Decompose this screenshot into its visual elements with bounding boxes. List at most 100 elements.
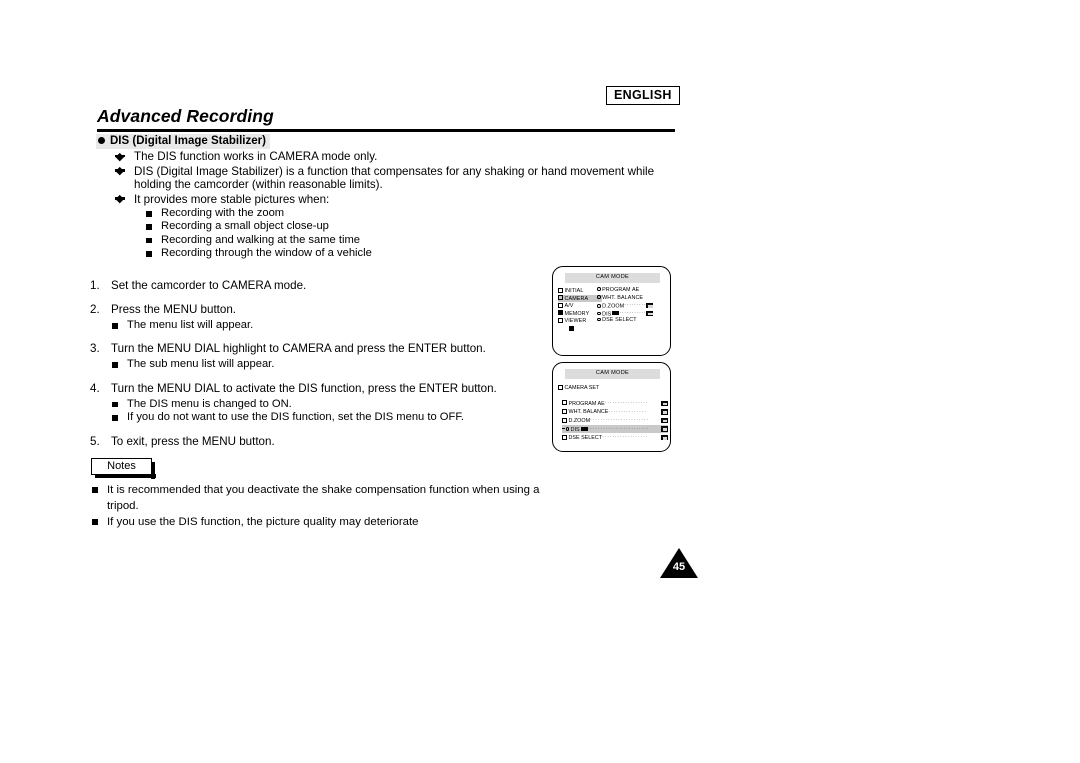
step: 3. Turn the MENU DIAL highlight to CAMER… xyxy=(90,342,550,371)
step: 5. To exit, press the MENU button. xyxy=(90,435,550,449)
value-badge-icon xyxy=(661,409,668,415)
folder-icon xyxy=(558,317,563,323)
step-number: 1. xyxy=(90,279,100,292)
folder-filled-icon xyxy=(558,310,563,316)
lcd-screen-camera-set: CAM MODE CAMERA SET PROGRAM AE··········… xyxy=(552,362,671,452)
camera-set-row-d-zoom[interactable]: D.ZOOM··································… xyxy=(562,416,668,425)
list-item: If you do not want to use the DIS functi… xyxy=(111,411,550,424)
lcd-camera-set-list: PROGRAM AE······························… xyxy=(562,399,668,442)
square-bullet-icon xyxy=(92,519,98,525)
folder-icon xyxy=(558,384,563,390)
submenu-item-label: DIS xyxy=(602,311,612,318)
list-item: It is recommended that you deactivate th… xyxy=(91,482,561,514)
feature-bullet: It provides more stable pictures when: R… xyxy=(115,192,676,261)
lcd-submenu-header-label: CAMERA SET xyxy=(564,385,600,391)
folder-icon xyxy=(562,417,567,423)
page-title: Advanced Recording xyxy=(97,106,274,126)
submenu-item-dis[interactable]: DIS·················· xyxy=(597,310,669,318)
list-item-label: Recording a small object close-up xyxy=(161,220,329,233)
cursor-icon xyxy=(562,428,565,429)
list-item-label: The menu list will appear. xyxy=(127,319,254,331)
submenu-item-label: DSE SELECT xyxy=(602,317,637,324)
list-item: If you use the DIS function, the picture… xyxy=(91,514,561,530)
list-item: Recording through the window of a vehicl… xyxy=(145,247,676,260)
notes-label: Notes xyxy=(107,460,136,472)
dis-state-icon xyxy=(612,311,620,316)
menu-item-label: CAMERA xyxy=(564,295,589,302)
list-item: Recording a small object close-up xyxy=(145,220,676,233)
square-bullet-icon xyxy=(146,237,152,244)
bullet-icon xyxy=(597,303,601,308)
dis-state-icon xyxy=(580,426,588,431)
bullet-icon xyxy=(565,426,570,431)
submenu-item-program-ae[interactable]: PROGRAM AE xyxy=(597,287,669,295)
procedure-steps: 1. Set the camcorder to CAMERA mode. 2. … xyxy=(90,279,550,459)
list-item-label: The DIS menu is changed to ON. xyxy=(127,397,292,410)
menu-item-label: INITIAL xyxy=(564,288,584,294)
step-text: To exit, press the MENU button. xyxy=(111,434,275,448)
lcd-titlebar: CAM MODE xyxy=(565,273,660,283)
value-badge-icon xyxy=(661,434,668,441)
submenu-item-label: PROGRAM AE xyxy=(602,287,640,293)
notes-list: It is recommended that you deactivate th… xyxy=(91,482,561,530)
bullet-icon xyxy=(597,295,601,299)
lcd-titlebar: CAM MODE xyxy=(565,369,660,379)
list-item: The menu list will appear. xyxy=(111,319,550,332)
feature-bullet-text: DIS (Digital Image Stabilizer) is a func… xyxy=(134,164,655,192)
step-number: 3. xyxy=(90,342,100,356)
dot-leader: ······························· xyxy=(604,400,649,406)
submenu-item-wht-balance[interactable]: WHT. BALANCE xyxy=(597,295,669,303)
list-item: Recording and walking at the same time xyxy=(145,234,676,247)
menu-item-viewer[interactable]: VIEWER xyxy=(558,317,602,325)
feature-bullet-list: The DIS function works in CAMERA mode on… xyxy=(115,150,676,262)
language-badge: ENGLISH xyxy=(606,86,680,105)
lcd-title: CAM MODE xyxy=(595,274,630,280)
menu-item-label: MEMORY xyxy=(564,310,590,317)
camera-set-row-wht-balance[interactable]: WHT. BALANCE·························· xyxy=(562,408,668,417)
feature-bullet-text: It provides more stable pictures when: xyxy=(134,192,330,206)
square-bullet-icon xyxy=(92,487,98,493)
menu-item-av[interactable]: A/V xyxy=(558,302,602,310)
folder-icon xyxy=(562,434,567,440)
camera-set-row-dis[interactable]: DIS·····································… xyxy=(562,424,668,434)
step-text: Turn the MENU DIAL to activate the DIS f… xyxy=(111,381,497,395)
menu-item-memory[interactable]: MEMORY xyxy=(558,310,602,318)
folder-icon xyxy=(558,287,563,293)
menu-item-exit[interactable] xyxy=(558,325,602,333)
value-badge-icon xyxy=(661,417,668,424)
submenu-item-d-zoom[interactable]: D.ZOOM·············· xyxy=(597,302,669,310)
folder-icon xyxy=(558,302,563,308)
lcd-menu-right-column: PROGRAM AE WHT. BALANCE D.ZOOM··········… xyxy=(597,287,669,325)
menu-item-camera[interactable]: CAMERA xyxy=(558,294,602,303)
step-text: Press the MENU button. xyxy=(111,303,237,316)
step: 1. Set the camcorder to CAMERA mode. xyxy=(90,279,550,293)
page-number: 45 xyxy=(672,561,686,573)
submenu-item-dse-select[interactable]: DSE SELECT xyxy=(597,317,669,325)
diamond-bullet-icon xyxy=(115,167,125,175)
step-text: Set the camcorder to CAMERA mode. xyxy=(111,279,307,292)
camera-set-label: DSE SELECT xyxy=(568,435,603,442)
step: 2. Press the MENU button. The menu list … xyxy=(90,303,550,332)
section-heading-label: DIS (Digital Image Stabilizer) xyxy=(110,135,266,147)
menu-item-label: A/V xyxy=(564,303,574,310)
folder-icon xyxy=(558,295,563,301)
list-item-label: Recording with the zoom xyxy=(161,207,285,219)
bullet-icon xyxy=(597,287,601,291)
value-badge-icon xyxy=(646,310,654,316)
value-badge-icon xyxy=(661,426,668,432)
bullet-icon xyxy=(597,317,601,322)
bullet-dot-icon xyxy=(98,137,105,144)
folder-icon xyxy=(562,408,567,414)
dot-leader: ································ xyxy=(602,434,649,441)
lcd-menu-left-column: INITIAL CAMERA A/V MEMORY VIEWER xyxy=(558,287,602,333)
step-sub-list: The sub menu list will appear. xyxy=(111,358,550,371)
camera-set-row-dse-select[interactable]: DSE SELECT······························… xyxy=(562,433,668,442)
menu-item-initial[interactable]: INITIAL xyxy=(558,287,602,295)
camera-set-row-program-ae[interactable]: PROGRAM AE······························… xyxy=(562,399,668,408)
menu-item-label: VIEWER xyxy=(564,318,587,325)
diamond-bullet-icon xyxy=(115,195,125,203)
feature-sub-list: Recording with the zoom Recording a smal… xyxy=(145,207,676,261)
lcd-title: CAM MODE xyxy=(595,370,630,376)
square-bullet-icon xyxy=(146,251,152,257)
list-item: The sub menu list will appear. xyxy=(111,358,550,371)
